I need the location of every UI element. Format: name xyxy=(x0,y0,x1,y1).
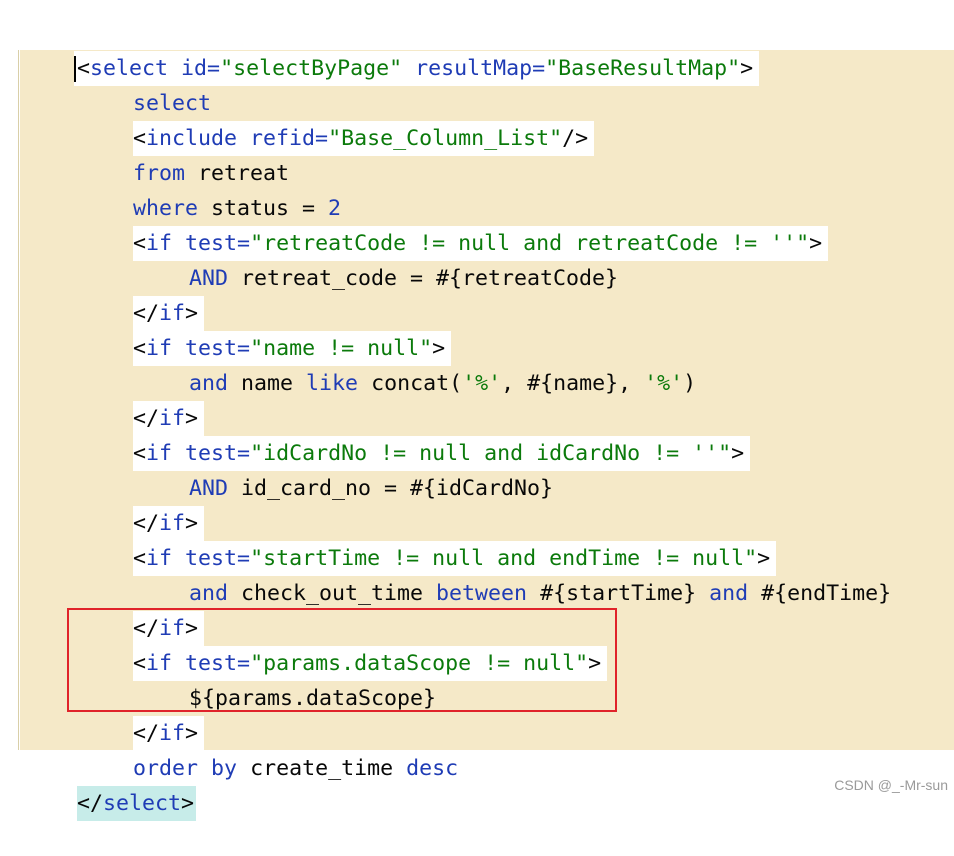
code-line-7[interactable]: AND retreat_code = #{retreatCode} xyxy=(137,226,618,291)
token: concat( xyxy=(358,371,463,396)
code-line-11[interactable]: </if> xyxy=(81,366,205,436)
code-line-13[interactable]: AND id_card_no = #{idCardNo} xyxy=(137,436,553,501)
token: > xyxy=(740,56,754,81)
token: and xyxy=(709,581,749,606)
token: "selectByPage" xyxy=(220,56,403,81)
token: check_out_time xyxy=(228,581,437,606)
text-caret xyxy=(74,56,77,82)
code-line-2[interactable]: select xyxy=(81,51,211,116)
token: id_card_no = #{idCardNo} xyxy=(228,476,554,501)
token: /> xyxy=(562,126,589,151)
token: resultMap= xyxy=(402,56,546,81)
code-line-15[interactable]: <if test="startTime != null and endTime … xyxy=(81,506,777,576)
code-line-6[interactable]: <if test="retreatCode != null and retrea… xyxy=(81,191,829,261)
code-line-3[interactable]: <include refid="Base_Column_List"/> xyxy=(81,86,595,156)
code-line-21[interactable]: order by create_time desc xyxy=(81,716,458,781)
code-line-4[interactable]: from retreat xyxy=(81,121,289,186)
code-line-14[interactable]: </if> xyxy=(81,471,205,541)
token: '%' xyxy=(644,371,684,396)
code-line-8[interactable]: </if> xyxy=(81,261,205,331)
token: #{endTime} xyxy=(748,581,892,606)
highlight-box xyxy=(67,608,617,712)
code-line-1[interactable]: <select id="selectByPage" resultMap="Bas… xyxy=(22,16,760,86)
code-line-16[interactable]: and check_out_time between #{startTime} … xyxy=(137,541,891,606)
token: desc xyxy=(406,756,459,781)
code-line-22[interactable]: </select> xyxy=(25,751,197,821)
code-line-17[interactable]: </if> xyxy=(81,576,205,646)
code-line-12[interactable]: <if test="idCardNo != null and idCardNo … xyxy=(81,401,751,471)
token: create_time xyxy=(237,756,407,781)
token: between xyxy=(436,581,528,606)
code-line-9[interactable]: <if test="name != null"> xyxy=(81,296,452,366)
code-editor[interactable]: <select id="selectByPage" resultMap="Bas… xyxy=(0,0,954,821)
token: like xyxy=(306,371,359,396)
token: retreat_code = #{retreatCode} xyxy=(228,266,619,291)
token: name xyxy=(228,371,307,396)
token: by xyxy=(211,756,238,781)
code-line-5[interactable]: where status = 2 xyxy=(81,156,341,221)
token: "Base_Column_List" xyxy=(328,126,563,151)
indent-guide xyxy=(18,50,19,750)
token: ) xyxy=(683,371,697,396)
token: > xyxy=(181,791,195,816)
token: , #{name}, xyxy=(501,371,645,396)
token: </ xyxy=(77,791,104,816)
token: "BaseResultMap" xyxy=(545,56,741,81)
token: > xyxy=(731,441,745,466)
token: select xyxy=(103,791,182,816)
token: #{startTime} xyxy=(527,581,710,606)
watermark: CSDN @_-Mr-sun xyxy=(834,777,948,793)
token: '%' xyxy=(462,371,502,396)
token: > xyxy=(809,231,823,256)
code-line-10[interactable]: and name like concat('%', #{name}, '%') xyxy=(137,331,696,396)
